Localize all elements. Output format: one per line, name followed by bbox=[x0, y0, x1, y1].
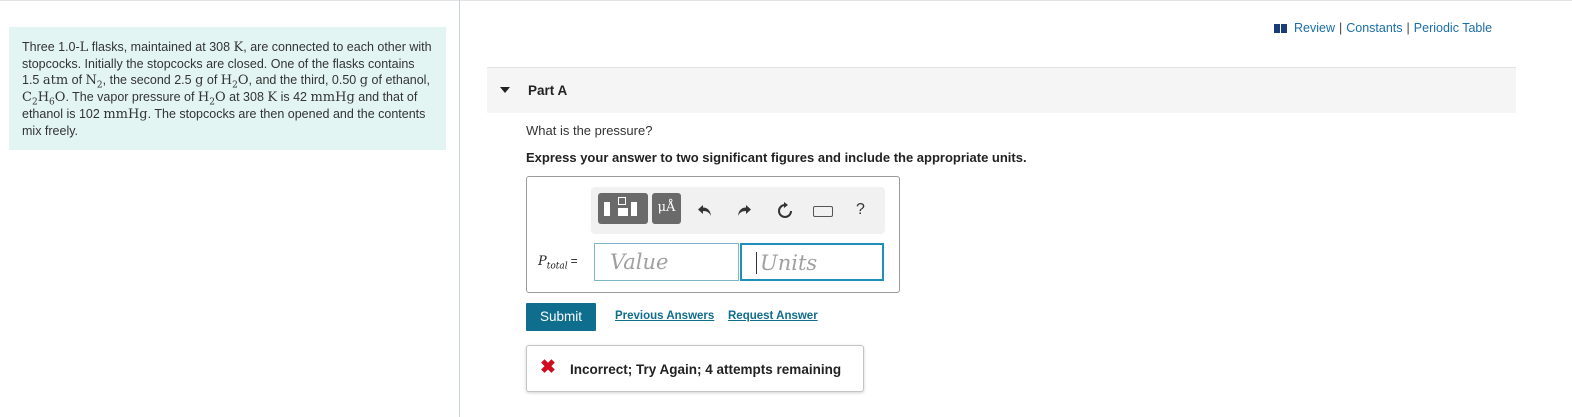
help-icon[interactable]: ? bbox=[856, 201, 865, 219]
part-a-header[interactable]: Part A bbox=[487, 67, 1516, 113]
top-border bbox=[0, 0, 1572, 1]
units-placeholder: Units bbox=[760, 251, 818, 275]
problem-statement: Three 1.0-L flasks, maintained at 308 K,… bbox=[9, 27, 446, 150]
constants-link[interactable]: Constants bbox=[1346, 21, 1402, 35]
instructions-text: Express your answer to two significant f… bbox=[526, 150, 1027, 165]
units-input[interactable]: Units bbox=[740, 243, 884, 281]
problem-text: Three 1.0-L flasks, maintained at 308 K,… bbox=[22, 40, 432, 138]
feedback-text: Incorrect; Try Again; 4 attempts remaini… bbox=[570, 362, 842, 377]
request-answer-link[interactable]: Request Answer bbox=[728, 310, 818, 322]
answer-label: Ptotal = bbox=[538, 254, 578, 272]
units-button[interactable]: μÅ bbox=[652, 193, 681, 224]
part-title: Part A bbox=[528, 83, 568, 98]
text-cursor bbox=[756, 252, 757, 274]
book-icon bbox=[1274, 23, 1287, 33]
error-x-icon: ✖ bbox=[540, 357, 556, 378]
resource-links: Review | Constants | Periodic Table bbox=[1274, 21, 1492, 35]
template-block-icon bbox=[618, 208, 628, 216]
math-toolbar: μÅ ? bbox=[591, 187, 885, 234]
review-link[interactable]: Review bbox=[1294, 21, 1335, 35]
units-symbol: μÅ bbox=[657, 200, 676, 215]
panel-divider bbox=[459, 0, 460, 417]
templates-button[interactable] bbox=[598, 193, 648, 224]
previous-answers-link[interactable]: Previous Answers bbox=[615, 310, 714, 322]
link-separator: | bbox=[1339, 21, 1343, 35]
template-block-icon bbox=[604, 202, 610, 216]
value-input[interactable]: Value bbox=[594, 243, 739, 281]
keyboard-icon[interactable] bbox=[813, 206, 833, 217]
answer-box: μÅ ? Ptotal = Value Units bbox=[526, 176, 900, 293]
submit-button[interactable]: Submit bbox=[526, 303, 596, 331]
template-box-icon bbox=[618, 197, 626, 205]
undo-icon[interactable] bbox=[697, 202, 713, 218]
template-block-icon bbox=[631, 202, 637, 216]
question-text: What is the pressure? bbox=[526, 123, 653, 138]
periodic-table-link[interactable]: Periodic Table bbox=[1414, 21, 1492, 35]
link-separator: | bbox=[1406, 21, 1410, 35]
feedback-box: ✖ Incorrect; Try Again; 4 attempts remai… bbox=[526, 345, 864, 392]
redo-icon[interactable] bbox=[736, 202, 752, 218]
reset-icon[interactable] bbox=[776, 202, 794, 220]
collapse-caret-icon[interactable] bbox=[500, 87, 510, 93]
